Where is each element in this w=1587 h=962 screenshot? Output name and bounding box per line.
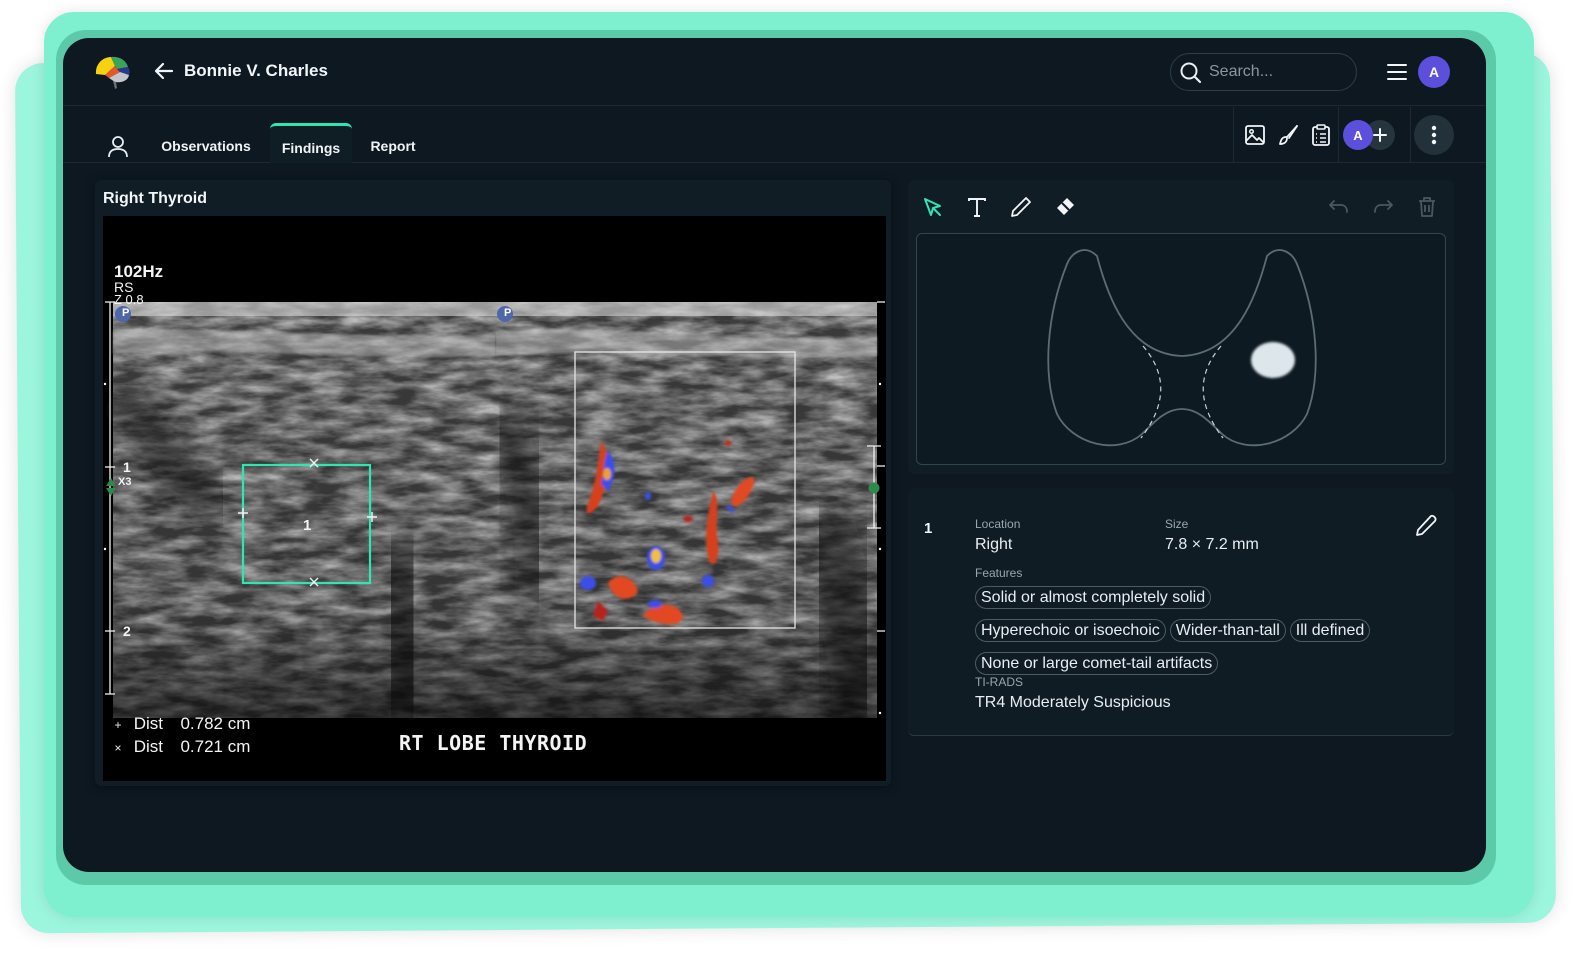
- redo-button[interactable]: [1366, 190, 1400, 224]
- text-icon: [968, 198, 986, 217]
- history-toolbar: [1322, 190, 1444, 224]
- search-input[interactable]: [1209, 62, 1349, 82]
- user-avatar[interactable]: A: [1418, 56, 1450, 88]
- ultrasound-scan: [103, 301, 886, 730]
- delete-button[interactable]: [1410, 190, 1444, 224]
- zoom-label: Z 0.8: [114, 292, 144, 307]
- feature-chip: Solid or almost completely solid: [975, 586, 1212, 609]
- image-title: Right Thyroid: [103, 190, 207, 207]
- ultrasound-image[interactable]: P P 102Hz RS Z 0.8 1 2 X3 1 + Dist 0.782…: [103, 216, 886, 781]
- focus-label: X3: [118, 476, 132, 488]
- tirads-value: TR4 Moderately Suspicious: [975, 694, 1171, 711]
- size-label: Size: [1165, 517, 1189, 531]
- features-label: Features: [975, 566, 1023, 580]
- finding-number: 1: [924, 520, 933, 537]
- brush-icon: [1279, 124, 1298, 145]
- probe-marker-right: P: [504, 307, 512, 319]
- drawing-toolbar: [916, 190, 1082, 224]
- feature-chip: None or large comet-tail artifacts: [975, 652, 1219, 675]
- brush-button[interactable]: [1271, 118, 1304, 152]
- search-box[interactable]: [1170, 53, 1357, 91]
- feature-chips: Solid or almost completely solid Hyperec…: [975, 586, 1435, 675]
- sub-bar: Observations Findings Report A: [63, 107, 1486, 163]
- tab-report[interactable]: Report: [359, 123, 427, 163]
- eraser-icon: [1057, 198, 1074, 215]
- measurement-row: × Dist 0.721 cm: [114, 737, 251, 756]
- clipboard-list-icon: [1312, 123, 1331, 146]
- trash-icon: [1419, 197, 1435, 217]
- tab-findings[interactable]: Findings: [270, 123, 352, 163]
- image-button[interactable]: [1238, 118, 1271, 152]
- eraser-tool-button[interactable]: [1048, 190, 1082, 224]
- more-options-button[interactable]: [1414, 115, 1454, 155]
- tirads-label: TI-RADS: [975, 675, 1023, 689]
- feature-chip: Wider-than-tall: [1169, 619, 1286, 642]
- finding-card: 1 Location Right Size 7.8 × 7.2 mm Featu…: [908, 488, 1454, 736]
- collaborator-avatar[interactable]: A: [1343, 120, 1373, 150]
- location-label: Location: [975, 517, 1021, 531]
- kebab-menu-icon: [1431, 125, 1437, 145]
- hamburger-menu-icon[interactable]: [1386, 62, 1408, 82]
- text-tool-button[interactable]: [960, 190, 994, 224]
- ultrasound-image-panel: Right Thyroid P P 102Hz RS Z 0.8 1 2 X3 …: [95, 180, 891, 786]
- probe-marker-left: P: [122, 307, 130, 319]
- location-value: Right: [975, 536, 1013, 553]
- scan-annotation: RT LOBE THYROID: [399, 731, 588, 755]
- patient-name: Bonnie V. Charles: [184, 61, 328, 80]
- thyroid-diagram-canvas[interactable]: [916, 233, 1446, 465]
- image-icon: [1244, 124, 1265, 145]
- select-arrow-icon: [924, 198, 941, 216]
- top-bar: Bonnie V. Charles A: [63, 38, 1486, 106]
- view-tools: [1233, 107, 1338, 162]
- size-value: 7.8 × 7.2 mm: [1165, 536, 1259, 553]
- right-scan-pane: [484, 302, 886, 718]
- feature-chip: Ill defined: [1289, 619, 1371, 642]
- patient-profile-icon[interactable]: [107, 135, 129, 159]
- pencil-icon: [1011, 197, 1031, 217]
- measurement-list: + Dist 0.782 cm × Dist 0.721 cm: [107, 713, 250, 759]
- redo-icon: [1374, 200, 1393, 213]
- select-tool-button[interactable]: [916, 190, 950, 224]
- measurement-row: + Dist 0.782 cm: [114, 714, 251, 733]
- caliper-number: 1: [303, 517, 312, 534]
- feature-chip: Hyperechoic or isoechoic: [975, 619, 1166, 642]
- report-clipboard-button[interactable]: [1305, 118, 1338, 152]
- back-arrow-icon[interactable]: [153, 60, 175, 82]
- plus-icon: [1373, 128, 1387, 142]
- left-scan-pane: [103, 302, 495, 730]
- undo-icon: [1329, 200, 1348, 213]
- undo-button[interactable]: [1322, 190, 1356, 224]
- nodule-marker: [1251, 342, 1295, 378]
- pencil-tool-button[interactable]: [1004, 190, 1038, 224]
- thyroid-diagram: [1047, 249, 1317, 447]
- depth-mark-1: 1: [123, 459, 131, 475]
- tab-observations[interactable]: Observations: [151, 123, 261, 163]
- app-window: Bonnie V. Charles A Observations Finding…: [63, 38, 1486, 872]
- edit-finding-icon[interactable]: [1414, 514, 1438, 538]
- annotation-panel: [908, 180, 1454, 474]
- depth-mark-2: 2: [123, 623, 131, 639]
- search-icon: [1180, 62, 1202, 84]
- brain-logo-icon[interactable]: [93, 54, 133, 90]
